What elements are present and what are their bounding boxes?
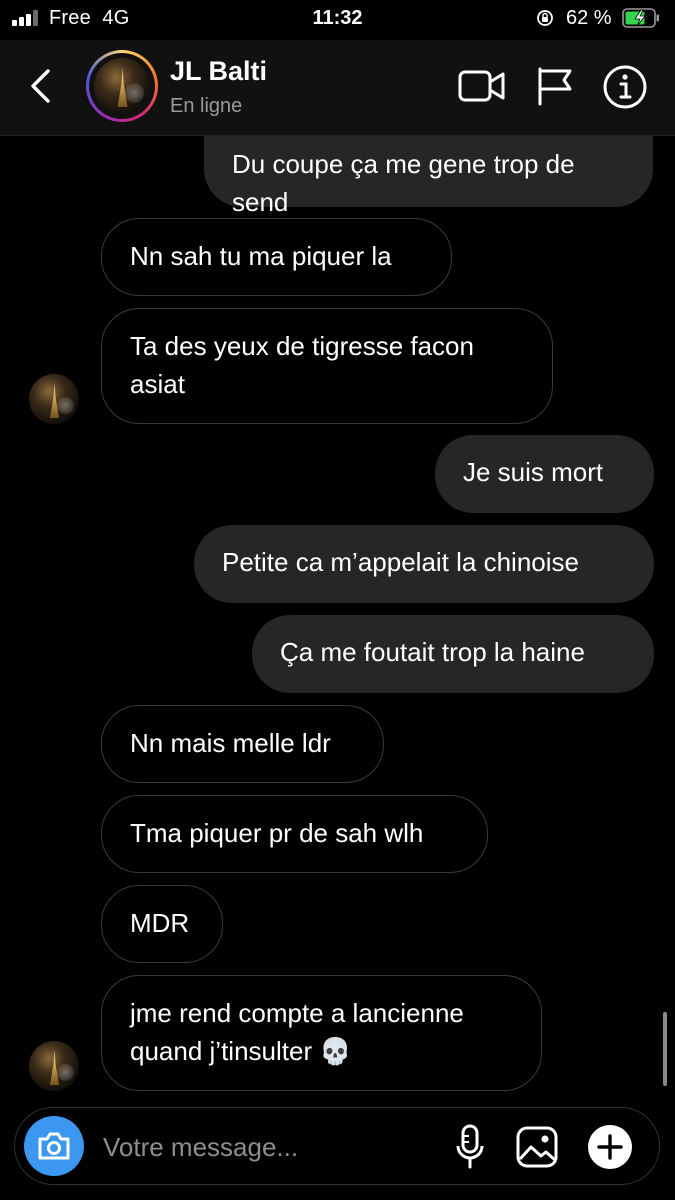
camera-icon bbox=[38, 1132, 70, 1160]
message-text: Tma piquer pr de sah wlh bbox=[130, 818, 424, 848]
battery-percent: 62 % bbox=[566, 7, 612, 29]
sender-avatar[interactable] bbox=[29, 1041, 79, 1091]
message-bubble-incoming[interactable]: Nn mais melle ldr bbox=[101, 705, 384, 783]
avatar-photo-glow bbox=[56, 1063, 74, 1081]
message-thread[interactable]: Du coupe ça me gene trop de send Nn sah … bbox=[0, 0, 675, 1200]
message-text: Ta des yeux de tigresse facon bbox=[130, 331, 474, 361]
info-icon[interactable] bbox=[602, 64, 648, 110]
message-text: Nn mais melle ldr bbox=[130, 728, 331, 758]
message-text: MDR bbox=[130, 908, 190, 938]
message-text: Je suis mort bbox=[463, 457, 604, 487]
microphone-icon[interactable] bbox=[455, 1124, 485, 1170]
battery-icon bbox=[622, 8, 659, 28]
avatar-photo-glow bbox=[56, 396, 74, 414]
orientation-lock-icon bbox=[537, 10, 553, 26]
message-text: Du coupe ça me gene trop de bbox=[232, 149, 575, 179]
message-bubble-incoming[interactable]: Nn sah tu ma piquer la bbox=[101, 218, 452, 296]
sender-avatar[interactable] bbox=[29, 374, 79, 424]
message-bubble-incoming[interactable]: jme rend compte a lancienne quand j’tins… bbox=[101, 975, 542, 1091]
message-composer bbox=[14, 1107, 660, 1185]
message-bubble-outgoing[interactable]: Ça me foutait trop la haine bbox=[252, 615, 654, 693]
contact-avatar[interactable] bbox=[86, 50, 158, 122]
message-bubble-incoming[interactable]: Ta des yeux de tigresse facon asiat bbox=[101, 308, 553, 424]
flag-icon[interactable] bbox=[536, 66, 574, 106]
message-text: Nn sah tu ma piquer la bbox=[130, 241, 392, 271]
message-text: asiat bbox=[130, 369, 185, 399]
avatar-photo-glow bbox=[124, 83, 145, 103]
message-bubble-outgoing[interactable]: Je suis mort bbox=[435, 435, 654, 513]
chevron-left-icon[interactable] bbox=[26, 68, 56, 104]
message-text: Petite ca m’appelait la chinoise bbox=[222, 547, 579, 577]
chat-scrollbar[interactable] bbox=[663, 1012, 667, 1086]
message-text: jme rend compte a lancienne bbox=[130, 998, 464, 1028]
camera-button[interactable] bbox=[24, 1116, 84, 1176]
message-bubble-outgoing[interactable]: Petite ca m’appelait la chinoise bbox=[194, 525, 654, 603]
message-input[interactable] bbox=[101, 1127, 435, 1167]
message-text: quand j’tinsulter 💀 bbox=[130, 1036, 352, 1066]
contact-name[interactable]: JL Balti bbox=[170, 56, 267, 87]
message-bubble-incoming[interactable]: MDR bbox=[101, 885, 223, 963]
avatar-photo bbox=[94, 58, 150, 114]
message-text: Ça me foutait trop la haine bbox=[280, 637, 585, 667]
plus-icon[interactable] bbox=[587, 1124, 633, 1170]
video-camera-icon[interactable] bbox=[458, 68, 506, 104]
contact-status: En ligne bbox=[170, 95, 243, 117]
status-bar: Free 4G 11:32 62 % bbox=[0, 0, 675, 40]
chat-header: JL Balti En ligne bbox=[0, 40, 675, 136]
gallery-icon[interactable] bbox=[515, 1125, 559, 1169]
message-text: send bbox=[232, 187, 289, 217]
message-bubble-incoming[interactable]: Tma piquer pr de sah wlh bbox=[101, 795, 488, 873]
